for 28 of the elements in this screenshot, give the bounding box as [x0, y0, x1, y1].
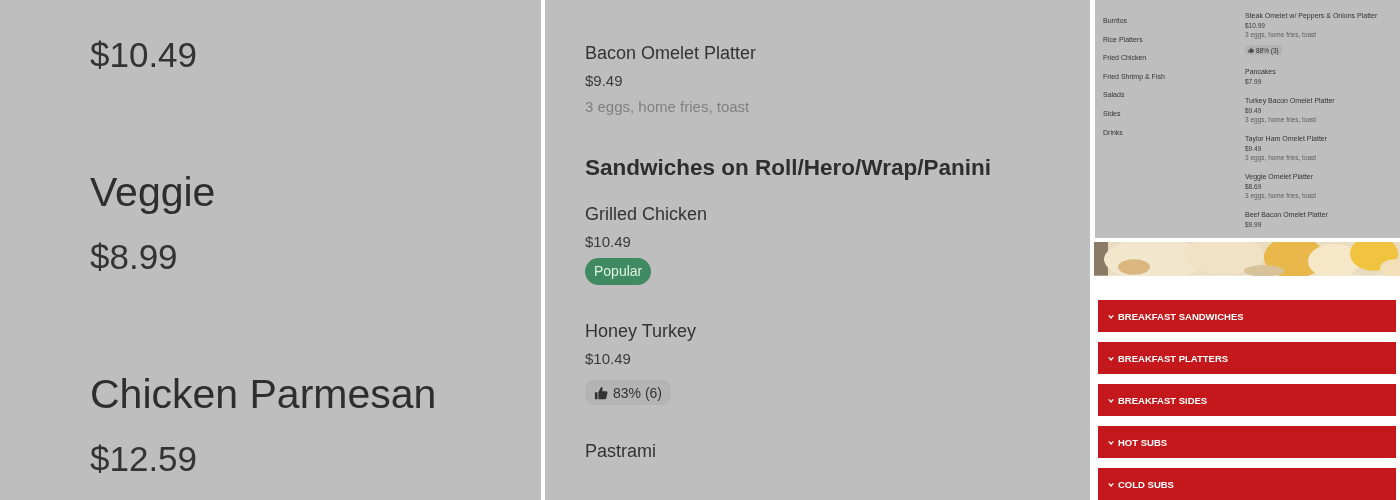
- thumbs-up-icon: [594, 385, 608, 400]
- rating-text: 83% (6): [613, 384, 663, 401]
- accordion-header[interactable]: COLD SUBS: [1098, 468, 1396, 500]
- item-name: Chicken Parmesan: [90, 370, 438, 419]
- item-price: $10.49: [90, 35, 199, 75]
- item-name[interactable]: Bacon Omelet Platter: [585, 42, 1090, 64]
- accordion-header[interactable]: BREAKFAST PLATTERS: [1098, 342, 1396, 374]
- item-name[interactable]: Grilled Chicken: [585, 203, 1090, 225]
- item-description: 3 eggs, home fries, toast: [585, 97, 751, 117]
- item-name[interactable]: Pastrami: [585, 440, 1090, 462]
- item-price: $12.59: [90, 439, 199, 479]
- chevron-down-icon: [1108, 355, 1114, 361]
- item-price: $8.99: [90, 237, 179, 277]
- item-price: $10.49: [585, 349, 632, 369]
- accordion-header[interactable]: BREAKFAST SIDES: [1098, 384, 1396, 416]
- item-price: $9.49: [585, 71, 624, 91]
- popular-badge: Popular: [585, 258, 652, 285]
- item-price: $10.49: [585, 232, 632, 252]
- section-heading: Sandwiches on Roll/Hero/Wrap/Panini: [585, 154, 992, 182]
- accordion-header[interactable]: BREAKFAST SANDWICHES: [1098, 300, 1396, 332]
- thumbs-up-icon: [1248, 47, 1254, 53]
- chevron-down-icon: [1108, 397, 1114, 403]
- chevron-down-icon: [1108, 313, 1114, 319]
- item-name: Veggie: [90, 168, 217, 217]
- accordion-header[interactable]: HOT SUBS: [1098, 426, 1396, 458]
- item-name[interactable]: Honey Turkey: [585, 320, 1090, 342]
- chevron-down-icon: [1108, 481, 1114, 487]
- chevron-down-icon: [1108, 439, 1114, 445]
